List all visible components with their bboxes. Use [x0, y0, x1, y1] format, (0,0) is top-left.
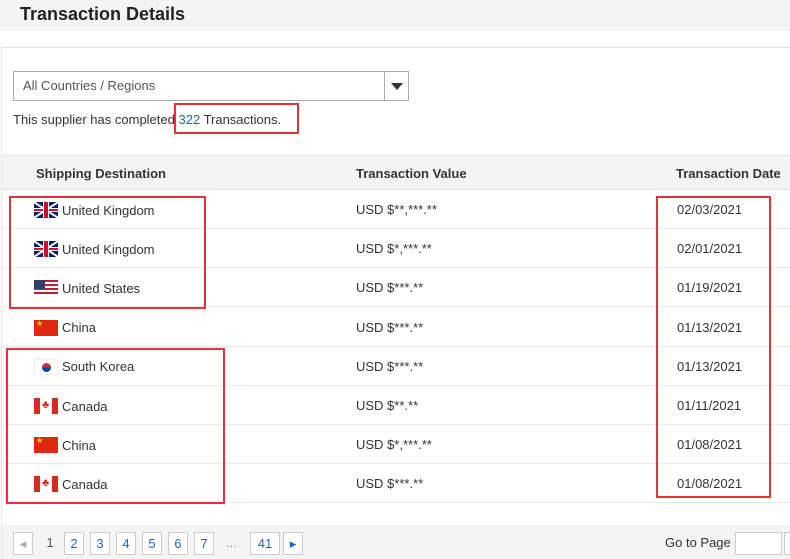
- transaction-date: 01/08/2021: [677, 476, 742, 491]
- transaction-date: 01/08/2021: [677, 437, 742, 452]
- pagination: ◂ 1 2 3 4 5 6 7 ... 41 ▸ Go to Page: [2, 525, 790, 559]
- table-row: Canada USD $**.** 01/11/2021: [2, 386, 790, 425]
- shipping-destination: Canada: [34, 398, 108, 414]
- table-row: China USD $*,***.** 01/08/2021: [2, 425, 790, 464]
- transaction-date: 02/03/2021: [677, 202, 742, 217]
- transaction-value: USD $***.**: [356, 320, 423, 335]
- transaction-date: 01/19/2021: [677, 280, 742, 295]
- summary-suffix: Transactions.: [200, 112, 281, 127]
- page-link[interactable]: 3: [90, 532, 110, 555]
- transaction-value: USD $***.**: [356, 476, 423, 491]
- transaction-count[interactable]: 322: [178, 112, 200, 127]
- us-flag-icon: [34, 280, 58, 296]
- shipping-destination: United Kingdom: [34, 241, 155, 257]
- uk-flag-icon: [34, 241, 58, 257]
- title-bar: Transaction Details: [0, 0, 790, 31]
- page-link[interactable]: 6: [168, 532, 188, 555]
- page-link[interactable]: 7: [194, 532, 214, 555]
- shipping-destination: Canada: [34, 476, 108, 492]
- page-link[interactable]: 2: [64, 532, 84, 555]
- shipping-destination: United States: [34, 280, 140, 296]
- transaction-value: USD $***.**: [356, 359, 423, 374]
- header-transaction-value: Transaction Value: [356, 166, 467, 181]
- table-header: Shipping Destination Transaction Value T…: [2, 155, 790, 190]
- transaction-date: 01/13/2021: [677, 359, 742, 374]
- table-row: Canada USD $***.** 01/08/2021: [2, 464, 790, 503]
- select-value: All Countries / Regions: [23, 78, 155, 93]
- transaction-date: 01/11/2021: [677, 398, 741, 413]
- table-row: United States USD $***.** 01/19/2021: [2, 268, 790, 307]
- transaction-value: USD $*,***.**: [356, 241, 432, 256]
- table-row: South Korea USD $***.** 01/13/2021: [2, 347, 790, 386]
- country-name: South Korea: [62, 359, 134, 374]
- header-transaction-date: Transaction Date: [676, 166, 781, 181]
- header-shipping-destination: Shipping Destination: [36, 166, 166, 181]
- transaction-value: USD $*,***.**: [356, 437, 432, 452]
- page-link-last[interactable]: 41: [250, 532, 280, 555]
- table-row: China USD $***.** 01/13/2021: [2, 308, 790, 347]
- transaction-value: USD $***.**: [356, 280, 423, 295]
- table-row: United Kingdom USD $*,***.** 02/01/2021: [2, 229, 790, 268]
- uk-flag-icon: [34, 202, 58, 218]
- cn-flag-icon: [34, 437, 58, 453]
- shipping-destination: South Korea: [34, 359, 134, 375]
- summary-prefix: This supplier has completed: [13, 112, 178, 127]
- country-region-select[interactable]: All Countries / Regions: [13, 71, 409, 101]
- country-name: United Kingdom: [62, 242, 155, 257]
- goto-page-button[interactable]: [784, 532, 790, 555]
- transaction-date: 02/01/2021: [677, 241, 742, 256]
- pagination-ellipsis: ...: [226, 532, 237, 553]
- cn-flag-icon: [34, 320, 58, 336]
- ca-flag-icon: [34, 398, 58, 414]
- page-current: 1: [40, 532, 60, 555]
- shipping-destination: United Kingdom: [34, 202, 155, 218]
- next-page-button[interactable]: ▸: [283, 532, 303, 555]
- country-name: China: [62, 320, 96, 335]
- prev-page-button[interactable]: ◂: [13, 532, 33, 555]
- page-link[interactable]: 4: [116, 532, 136, 555]
- shipping-destination: China: [34, 437, 96, 453]
- page-title: Transaction Details: [20, 4, 185, 25]
- page-link[interactable]: 5: [142, 532, 162, 555]
- goto-page-label: Go to Page: [665, 535, 731, 550]
- transaction-value: USD $**.**: [356, 398, 418, 413]
- transaction-summary: This supplier has completed 322 Transact…: [13, 112, 281, 127]
- country-name: Canada: [62, 477, 108, 492]
- transaction-value: USD $**,***.**: [356, 202, 437, 217]
- country-name: China: [62, 438, 96, 453]
- kr-flag-icon: [34, 359, 58, 375]
- country-name: Canada: [62, 399, 108, 414]
- shipping-destination: China: [34, 320, 96, 336]
- chevron-down-icon[interactable]: [384, 72, 408, 100]
- country-name: United States: [62, 281, 140, 296]
- country-name: United Kingdom: [62, 203, 155, 218]
- table-row: United Kingdom USD $**,***.** 02/03/2021: [2, 190, 790, 229]
- ca-flag-icon: [34, 476, 58, 492]
- goto-page-input[interactable]: [735, 532, 782, 555]
- transaction-date: 01/13/2021: [677, 320, 742, 335]
